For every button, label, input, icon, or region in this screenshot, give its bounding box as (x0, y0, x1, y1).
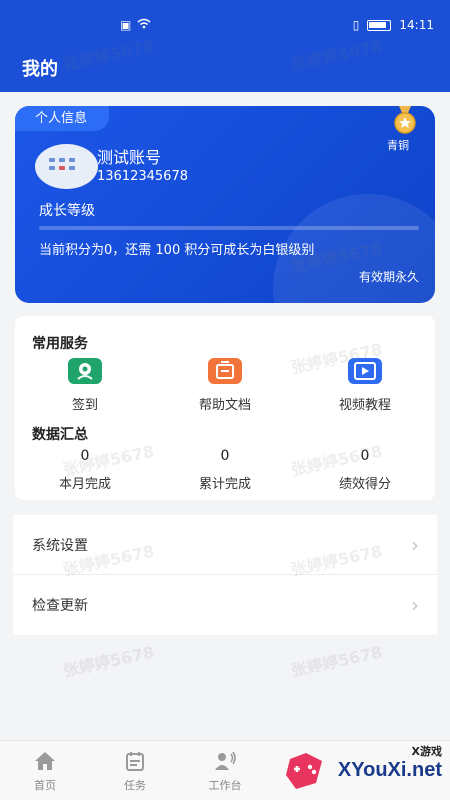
service-sign-in[interactable]: 签到 (35, 358, 135, 413)
settings-item-system[interactable]: 系统设置 › (13, 515, 437, 575)
status-time: 14:11 (399, 18, 434, 32)
service-video-tutorial[interactable]: 视频教程 (315, 358, 415, 413)
nav-label: 首页 (34, 779, 56, 792)
status-icons-right: ▯ 14:11 (353, 18, 434, 32)
chevron-right-icon: › (411, 532, 419, 557)
sim-icon: ▣ (120, 18, 132, 32)
stat-performance-score: 0 绩效得分 (305, 448, 425, 492)
services-card: 常用服务 签到 帮助文档 视频教程 数据汇总 0 本月完成 0 累计完成 0 绩… (15, 316, 435, 500)
gamepad-logo-icon (286, 753, 322, 789)
nav-item-workbench[interactable]: 工作台 (195, 749, 255, 793)
status-icons-center: ▣ (120, 18, 151, 32)
watermark: 张婷婷5678 (61, 642, 156, 681)
stat-value: 0 (220, 448, 230, 464)
username: 测试账号 (97, 148, 162, 167)
watermark: 张婷婷5678 (289, 642, 384, 681)
avatar-dot (59, 158, 65, 162)
avatar-dot (59, 166, 65, 170)
chevron-right-icon: › (411, 593, 419, 617)
service-help-doc[interactable]: 帮助文档 (175, 358, 275, 413)
stats-title: 数据汇总 (32, 427, 88, 443)
sign-in-icon (68, 358, 102, 384)
wifi-icon (137, 18, 151, 32)
avatar-dot (69, 166, 75, 170)
phone-number: 13612345678 (97, 169, 188, 184)
stat-value: 0 (80, 448, 90, 464)
workbench-icon (195, 749, 255, 773)
avatar-dot (69, 158, 75, 162)
task-icon (105, 749, 165, 773)
points-description: 当前积分为0，还需 100 积分可成长为白银级别 (39, 243, 315, 258)
video-icon (348, 358, 382, 384)
settings-list: 系统设置 › 检查更新 › (13, 515, 437, 635)
site-logo-top: X游戏 (411, 745, 442, 758)
stat-value: 0 (360, 448, 370, 464)
settings-item-label: 系统设置 (32, 537, 88, 554)
battery-icon (367, 19, 392, 31)
settings-item-label: 检查更新 (32, 598, 88, 614)
growth-progress-bar (39, 226, 419, 230)
stat-total-completed: 0 累计完成 (165, 448, 285, 492)
profile-tab-label: 个人信息 (15, 106, 110, 131)
avatar-dot (49, 158, 55, 162)
status-bar: ▣ ▯ 14:11 (0, 0, 450, 44)
help-doc-icon (208, 358, 242, 384)
profile-card[interactable]: 个人信息 测试账号 13612345678 青铜 成长等级 当前积分为0，还需 … (15, 106, 435, 303)
nav-item-home[interactable]: 首页 (15, 749, 75, 793)
site-logo-brand: XYouXi.net (337, 759, 442, 781)
nav-label: 工作台 (208, 779, 242, 792)
validity-text: 有效期永久 (358, 270, 419, 284)
settings-item-check-update[interactable]: 检查更新 › (13, 575, 437, 635)
site-logo: X游戏 XYouXi.net (280, 743, 450, 800)
service-label: 帮助文档 (198, 398, 251, 413)
services-title: 常用服务 (32, 336, 88, 352)
vibrate-icon: ▯ (352, 18, 360, 32)
nav-item-task[interactable]: 任务 (105, 749, 165, 793)
service-label: 视频教程 (338, 398, 391, 413)
stat-label: 本月完成 (58, 477, 111, 492)
avatar-dot (49, 166, 55, 170)
stat-month-completed: 0 本月完成 (25, 448, 145, 492)
avatar[interactable] (35, 144, 98, 189)
service-label: 签到 (71, 398, 98, 413)
stat-label: 累计完成 (198, 477, 251, 492)
app-header: ▣ ▯ 14:11 我的 (0, 0, 450, 92)
growth-level-title: 成长等级 (39, 203, 95, 219)
home-icon (15, 749, 75, 773)
nav-label: 任务 (124, 779, 146, 792)
bronze-medal-icon (394, 106, 416, 134)
page-title: 我的 (22, 59, 58, 80)
stat-label: 绩效得分 (338, 477, 391, 492)
medal-label: 青铜 (387, 139, 409, 152)
